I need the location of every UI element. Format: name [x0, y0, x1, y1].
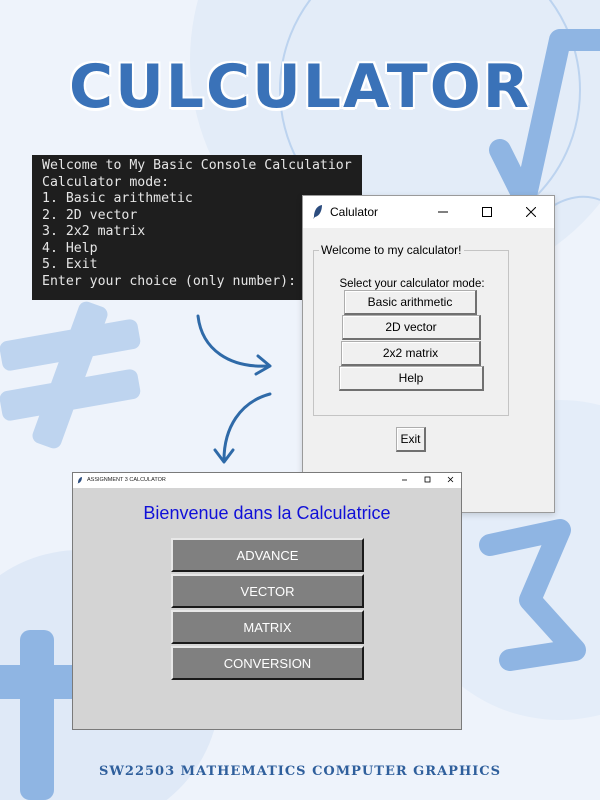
poster-title: CULCULATOR: [69, 52, 531, 122]
window-title: Calulator: [330, 205, 379, 219]
vector-button[interactable]: VECTOR: [171, 574, 364, 608]
2d-vector-button[interactable]: 2D vector: [342, 315, 481, 340]
feather-icon: [77, 476, 83, 487]
matrix-button[interactable]: MATRIX: [171, 610, 364, 644]
assignment-calculator-window: ASSIGNMENT 3 CALCULATOR Bienvenue dans l…: [72, 472, 462, 730]
window-title: ASSIGNMENT 3 CALCULATOR: [87, 477, 166, 483]
conversion-button[interactable]: CONVERSION: [171, 646, 364, 680]
curved-arrow-icon: [196, 314, 272, 376]
feather-icon: [312, 204, 324, 223]
group-label: Welcome to my calculator!: [319, 243, 464, 257]
welcome-group: Welcome to my calculator! Select your ca…: [313, 243, 509, 416]
minimize-icon[interactable]: [401, 476, 408, 485]
advance-button[interactable]: ADVANCE: [171, 538, 364, 572]
2x2-matrix-button[interactable]: 2x2 matrix: [341, 341, 481, 366]
console-line: Calculator mode:: [42, 174, 170, 190]
footer-course-label: SW22503 MATHEMATICS COMPUTER GRAPHICS: [98, 764, 502, 779]
help-button[interactable]: Help: [339, 366, 484, 391]
close-icon[interactable]: [447, 476, 454, 485]
plus-minus-decoration: [0, 301, 141, 449]
welcome-heading: Bienvenue dans la Calculatrice: [143, 503, 391, 523]
maximize-icon[interactable]: [424, 476, 431, 485]
window-titlebar[interactable]: Calulator: [303, 196, 554, 228]
minimize-icon[interactable]: [421, 196, 465, 228]
window-titlebar[interactable]: ASSIGNMENT 3 CALCULATOR: [73, 473, 461, 488]
maximize-icon[interactable]: [465, 196, 509, 228]
basic-arithmetic-button[interactable]: Basic arithmetic: [344, 290, 477, 315]
exit-button[interactable]: Exit: [396, 427, 426, 452]
close-icon[interactable]: [509, 196, 553, 228]
calculator-window: Calulator Welcome to my calculator! Sele…: [302, 195, 555, 513]
curved-arrow-icon: [213, 392, 272, 464]
console-line: Welcome to My Basic Console Calculatior: [42, 158, 352, 173]
mode-prompt: Select your calculator mode:: [339, 278, 485, 290]
